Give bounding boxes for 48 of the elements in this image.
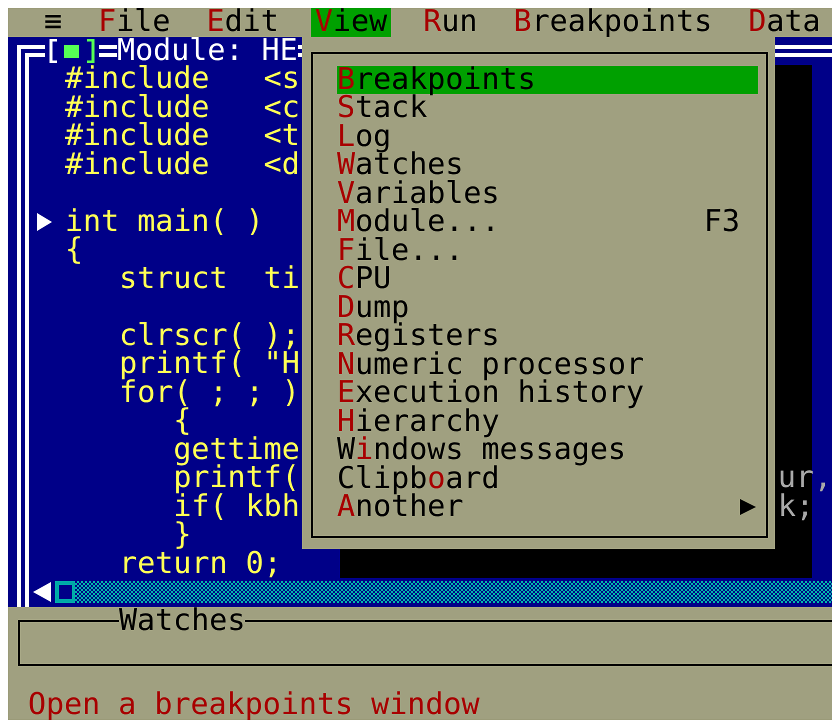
- shortcut-label: F3: [704, 208, 740, 236]
- menu-item[interactable]: Windows messages: [337, 436, 758, 464]
- menu-item[interactable]: Variables: [337, 180, 758, 208]
- code-line: #include <t: [65, 122, 300, 150]
- menu-item[interactable]: Stack: [337, 94, 758, 122]
- menu-item[interactable]: File: [94, 8, 174, 36]
- code-line: #include <d: [65, 150, 300, 179]
- menu-item[interactable]: Execution history: [337, 379, 758, 408]
- panel-title: Watches: [119, 606, 246, 635]
- window-title: Module: HE: [117, 36, 298, 65]
- menu-item[interactable]: Registers: [337, 322, 758, 350]
- menu-item[interactable]: B reakpoints: [510, 8, 716, 36]
- code-line: {: [65, 236, 84, 264]
- menu-item[interactable]: Module... F3: [337, 208, 758, 236]
- menu-item[interactable]: B reakpoints: [337, 66, 758, 94]
- code-line: struct ti: [118, 264, 300, 293]
- menu-item[interactable]: Clipboard: [337, 464, 758, 493]
- menu-item[interactable]: View: [310, 8, 392, 36]
- menu-item[interactable]: File...: [337, 236, 758, 265]
- code-line: #include <s: [65, 65, 300, 94]
- code-line: }: [172, 521, 192, 550]
- code-line: clrscr( );: [118, 322, 300, 350]
- code-line: gettime: [172, 436, 300, 464]
- status-message: Open a breakpoints window: [28, 692, 480, 718]
- border-line: [99, 44, 118, 57]
- code-line: printf(: [172, 464, 300, 492]
- code-fragment: k;: [778, 492, 814, 521]
- code-line: int main( ): [65, 208, 264, 236]
- code-line: return 0;: [118, 550, 282, 578]
- code-line: printf( "H: [118, 350, 300, 378]
- menu-item[interactable]: CPU: [337, 265, 758, 294]
- menu-item[interactable]: Data: [744, 8, 825, 36]
- code-line: for( ; ; ): [118, 378, 300, 407]
- menu-item[interactable]: Hierarchy: [337, 408, 758, 436]
- menu-item[interactable]: Numeric processor: [337, 350, 758, 379]
- scroll-thumb[interactable]: [55, 581, 75, 604]
- menu-item[interactable]: Dump: [337, 294, 758, 322]
- menu-item[interactable]: Log: [337, 122, 758, 151]
- menu-item[interactable]: Edit: [202, 8, 283, 36]
- menu-item[interactable]: Another: [337, 493, 758, 522]
- menu-item[interactable]: ≡: [40, 8, 66, 36]
- code-line: {: [173, 407, 192, 436]
- menu-item[interactable]: Run: [419, 8, 482, 36]
- left-arrow-icon[interactable]: [31, 582, 51, 602]
- menu-item[interactable]: Watches: [337, 151, 758, 180]
- code-line: #include <c: [65, 94, 300, 122]
- border-line: [31, 44, 45, 57]
- code-line: if( kbh: [172, 492, 300, 521]
